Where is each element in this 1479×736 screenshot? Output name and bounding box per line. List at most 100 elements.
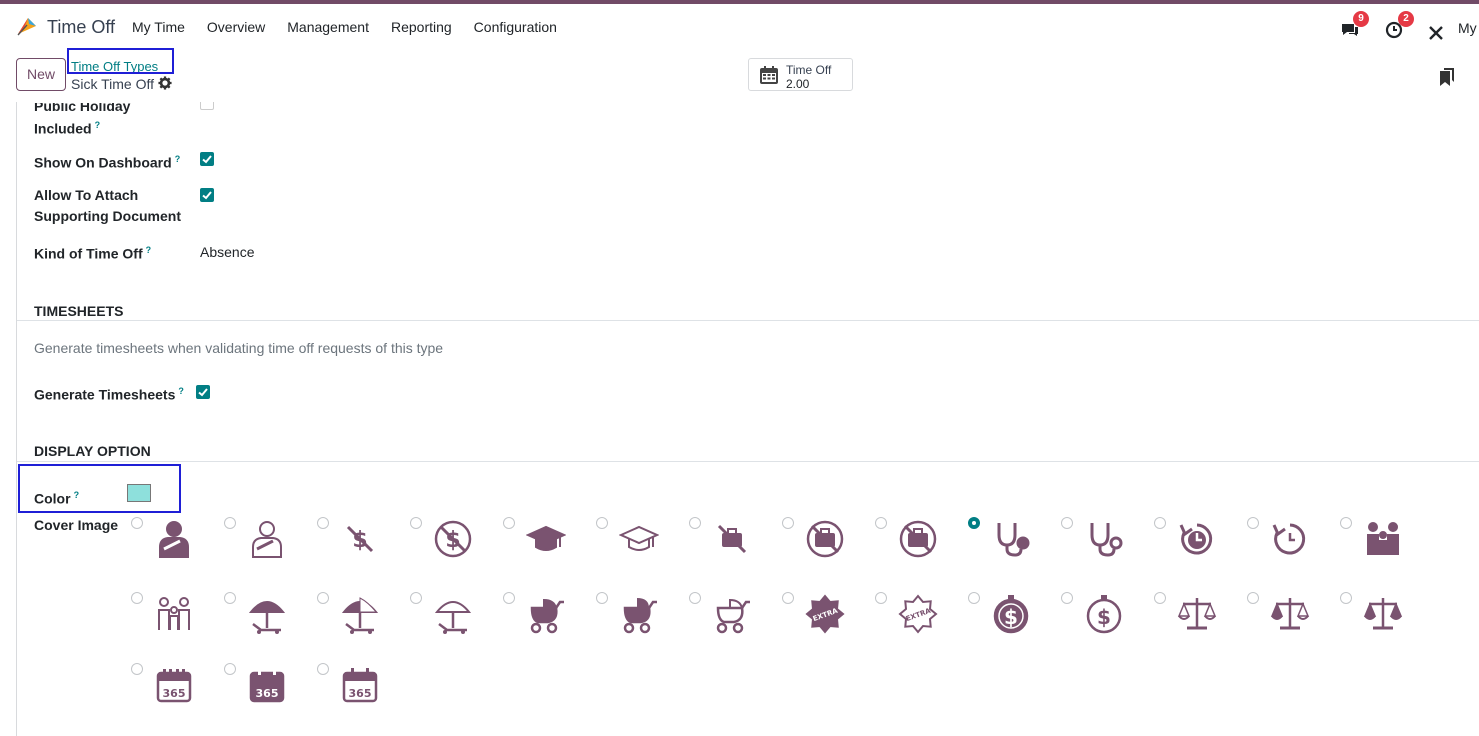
- kind-help[interactable]: ?: [146, 245, 152, 255]
- cover-radio[interactable]: [968, 592, 980, 604]
- cover-radio[interactable]: [968, 517, 980, 529]
- recycle-clock-filled-icon[interactable]: [1177, 519, 1217, 559]
- stroller-outline-icon[interactable]: [712, 594, 752, 634]
- cover-radio[interactable]: [503, 592, 515, 604]
- cover-radio[interactable]: [224, 592, 236, 604]
- cover-radio[interactable]: [317, 592, 329, 604]
- injured-person-filled-icon[interactable]: [154, 519, 194, 559]
- menu-my-time[interactable]: My Time: [132, 19, 185, 35]
- graduation-cap-filled-icon[interactable]: [526, 519, 566, 559]
- cover-radio[interactable]: [689, 592, 701, 604]
- allow-attach-checkbox[interactable]: [200, 188, 214, 202]
- svg-text:365: 365: [349, 687, 372, 700]
- form-sheet: Public Holiday Included? Show On Dashboa…: [16, 102, 1479, 736]
- kind-of-time-off-value[interactable]: Absence: [200, 244, 254, 260]
- messages-button[interactable]: 9: [1340, 11, 1370, 40]
- cover-radio[interactable]: [875, 517, 887, 529]
- extra-badge-filled-icon[interactable]: EXTRA: [805, 594, 845, 634]
- gear-icon[interactable]: [158, 76, 172, 90]
- injured-person-outline-icon[interactable]: [247, 519, 287, 559]
- generate-timesheets-help[interactable]: ?: [178, 386, 184, 396]
- stroller-full-icon[interactable]: [619, 594, 659, 634]
- family-filled-icon[interactable]: [1363, 519, 1403, 559]
- no-briefcase-circle-outline-icon[interactable]: [898, 519, 938, 559]
- menu-configuration[interactable]: Configuration: [474, 19, 557, 35]
- cover-radio[interactable]: [317, 663, 329, 675]
- show-dashboard-checkbox[interactable]: [200, 152, 214, 166]
- cover-radio[interactable]: [596, 592, 608, 604]
- menu-management[interactable]: Management: [287, 19, 369, 35]
- money-clock-outline-icon[interactable]: $: [1084, 594, 1124, 634]
- calendar-365-filled-icon[interactable]: 365: [247, 665, 287, 705]
- family-outline-icon[interactable]: [154, 594, 194, 634]
- cover-radio[interactable]: [131, 592, 143, 604]
- stat-label: Time Off: [786, 63, 832, 77]
- top-menu: My Time Overview Management Reporting Co…: [132, 19, 579, 35]
- stroller-filled-icon[interactable]: [526, 594, 566, 634]
- activities-button[interactable]: 2: [1385, 11, 1415, 40]
- user-menu[interactable]: My: [1458, 20, 1477, 36]
- cover-radio[interactable]: [782, 517, 794, 529]
- cover-radio[interactable]: [1061, 517, 1073, 529]
- cover-radio[interactable]: [1154, 517, 1166, 529]
- cover-radio[interactable]: [1340, 592, 1352, 604]
- cover-radio[interactable]: [1340, 517, 1352, 529]
- no-briefcase-icon[interactable]: [712, 519, 752, 559]
- public-holiday-help[interactable]: ?: [95, 120, 101, 130]
- menu-overview[interactable]: Overview: [207, 19, 265, 35]
- kind-of-time-off-label: Kind of Time Off?: [34, 240, 151, 265]
- cover-radio[interactable]: [224, 517, 236, 529]
- cover-radio[interactable]: [596, 517, 608, 529]
- cover-radio[interactable]: [131, 517, 143, 529]
- cover-radio[interactable]: [1247, 517, 1259, 529]
- beach-umbrella-filled-icon[interactable]: [247, 594, 287, 634]
- generate-timesheets-label: Generate Timesheets?: [34, 381, 184, 406]
- public-holiday-text: Included: [34, 120, 92, 137]
- cover-radio[interactable]: [410, 592, 422, 604]
- check-icon: [198, 388, 208, 397]
- generate-timesheets-checkbox[interactable]: [196, 385, 210, 399]
- cover-radio[interactable]: [131, 663, 143, 675]
- no-money-icon[interactable]: $: [340, 519, 380, 559]
- calendar-365-grid-icon[interactable]: 365: [340, 665, 380, 705]
- kind-text: Kind of Time Off: [34, 245, 143, 262]
- time-off-stat-button[interactable]: Time Off 2.00: [748, 58, 853, 91]
- beach-umbrella-outline-icon[interactable]: [433, 594, 473, 634]
- timesheets-divider: [17, 320, 1479, 321]
- calendar-365-outline-icon[interactable]: 365: [154, 665, 194, 705]
- cover-radio[interactable]: [782, 592, 794, 604]
- extra-badge-outline-icon[interactable]: EXTRA: [898, 594, 938, 634]
- cover-radio[interactable]: [1247, 592, 1259, 604]
- cover-radio[interactable]: [1154, 592, 1166, 604]
- show-dashboard-help[interactable]: ?: [175, 154, 181, 164]
- cover-radio[interactable]: [410, 517, 422, 529]
- scales-half-icon[interactable]: [1270, 594, 1310, 634]
- stethoscope-filled-icon[interactable]: [991, 519, 1031, 559]
- time-off-app-icon[interactable]: [15, 14, 39, 38]
- color-help[interactable]: ?: [74, 490, 80, 500]
- bookmark-icon[interactable]: [1440, 68, 1454, 86]
- timesheets-description: Generate timesheets when validating time…: [34, 340, 444, 356]
- no-briefcase-circle-filled-icon[interactable]: [805, 519, 845, 559]
- public-holiday-checkbox[interactable]: [200, 102, 214, 110]
- scales-filled-icon[interactable]: [1177, 594, 1217, 634]
- cover-radio[interactable]: [317, 517, 329, 529]
- allow-attach-label-line1: Allow To Attach: [34, 187, 139, 203]
- money-clock-filled-icon[interactable]: $: [991, 594, 1031, 634]
- cover-radio[interactable]: [689, 517, 701, 529]
- debug-tools-icon[interactable]: [1428, 20, 1444, 46]
- app-name[interactable]: Time Off: [47, 17, 115, 38]
- recycle-clock-outline-icon[interactable]: [1270, 519, 1310, 559]
- cover-radio[interactable]: [1061, 592, 1073, 604]
- graduation-cap-outline-icon[interactable]: [619, 519, 659, 559]
- cover-radio[interactable]: [503, 517, 515, 529]
- beach-umbrella-half-icon[interactable]: [340, 594, 380, 634]
- color-swatch[interactable]: [127, 484, 151, 502]
- no-money-circle-icon[interactable]: $: [433, 519, 473, 559]
- menu-reporting[interactable]: Reporting: [391, 19, 452, 35]
- cover-radio[interactable]: [875, 592, 887, 604]
- new-button[interactable]: New: [16, 58, 66, 91]
- scales-outline-icon[interactable]: [1363, 594, 1403, 634]
- cover-radio[interactable]: [224, 663, 236, 675]
- stethoscope-outline-icon[interactable]: [1084, 519, 1124, 559]
